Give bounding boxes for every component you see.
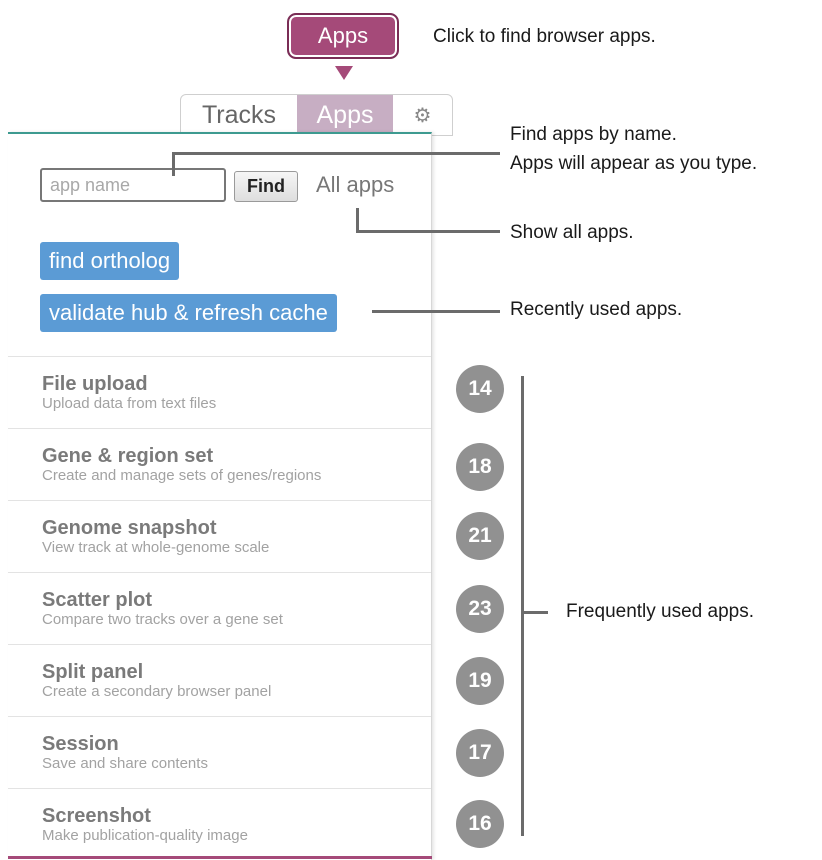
annotation-find-by-name: Find apps by name. xyxy=(510,124,677,145)
connector-line xyxy=(356,230,500,233)
app-item-scatter-plot[interactable]: Scatter plot Compare two tracks over a g… xyxy=(8,572,431,644)
connector-line xyxy=(372,310,500,313)
app-description: Save and share contents xyxy=(42,755,208,772)
callout-arrow-icon xyxy=(335,66,353,80)
app-description: Make publication-quality image xyxy=(42,827,248,844)
connector-line xyxy=(172,152,175,176)
app-name: Gene & region set xyxy=(42,445,214,467)
gear-icon[interactable]: ⚙ xyxy=(393,95,452,135)
all-apps-link[interactable]: All apps xyxy=(316,172,394,198)
usage-count-badge: 14 xyxy=(456,365,504,413)
recent-app-validate-hub[interactable]: validate hub & refresh cache xyxy=(40,294,337,332)
usage-count-badge: 18 xyxy=(456,443,504,491)
connector-line xyxy=(524,611,548,614)
tab-tracks[interactable]: Tracks xyxy=(181,95,297,135)
usage-count-badge: 21 xyxy=(456,512,504,560)
app-description: Upload data from text files xyxy=(42,395,217,412)
app-list: File upload Upload data from text files … xyxy=(8,356,431,860)
app-description: Compare two tracks over a gene set xyxy=(42,611,283,628)
usage-count-badge: 19 xyxy=(456,657,504,705)
apps-panel: Find All apps find ortholog validate hub… xyxy=(8,132,432,860)
usage-count-badge: 16 xyxy=(456,800,504,848)
app-item-gene-region-set[interactable]: Gene & region set Create and manage sets… xyxy=(8,428,431,500)
tab-bar: Tracks Apps ⚙ xyxy=(180,94,453,136)
app-description: View track at whole-genome scale xyxy=(42,539,270,556)
app-search-input[interactable] xyxy=(40,168,226,202)
annotation-find-as-you-type: Apps will appear as you type. xyxy=(510,153,758,174)
usage-count-badge: 17 xyxy=(456,729,504,777)
app-name: Split panel xyxy=(42,661,144,683)
panel-bottom-border xyxy=(8,856,432,859)
app-item-file-upload[interactable]: File upload Upload data from text files xyxy=(8,356,431,428)
apps-tutorial-figure: Apps Click to find browser apps. Tracks … xyxy=(0,0,822,860)
app-description: Create a secondary browser panel xyxy=(42,683,272,700)
app-name: Genome snapshot xyxy=(42,517,217,539)
app-item-genome-snapshot[interactable]: Genome snapshot View track at whole-geno… xyxy=(8,500,431,572)
recent-app-find-ortholog[interactable]: find ortholog xyxy=(40,242,180,280)
app-description: Create and manage sets of genes/regions xyxy=(42,467,322,484)
usage-count-badge: 23 xyxy=(456,585,504,633)
connector-line xyxy=(356,208,359,232)
find-button[interactable]: Find xyxy=(234,171,298,202)
apps-callout-button[interactable]: Apps xyxy=(287,13,399,59)
app-name: Scatter plot xyxy=(42,589,153,611)
annotation-apps-button: Click to find browser apps. xyxy=(433,26,656,47)
app-name: Session xyxy=(42,733,119,755)
app-item-split-panel[interactable]: Split panel Create a secondary browser p… xyxy=(8,644,431,716)
app-name: Screenshot xyxy=(42,805,151,827)
annotation-frequent-apps: Frequently used apps. xyxy=(566,601,755,622)
annotation-recent-apps: Recently used apps. xyxy=(510,299,683,320)
app-item-session[interactable]: Session Save and share contents xyxy=(8,716,431,788)
app-item-screenshot[interactable]: Screenshot Make publication-quality imag… xyxy=(8,788,431,860)
app-name: File upload xyxy=(42,373,148,395)
bracket-line xyxy=(521,376,524,836)
annotation-show-all: Show all apps. xyxy=(510,222,634,243)
tab-apps[interactable]: Apps xyxy=(297,95,393,135)
connector-line xyxy=(172,152,500,155)
